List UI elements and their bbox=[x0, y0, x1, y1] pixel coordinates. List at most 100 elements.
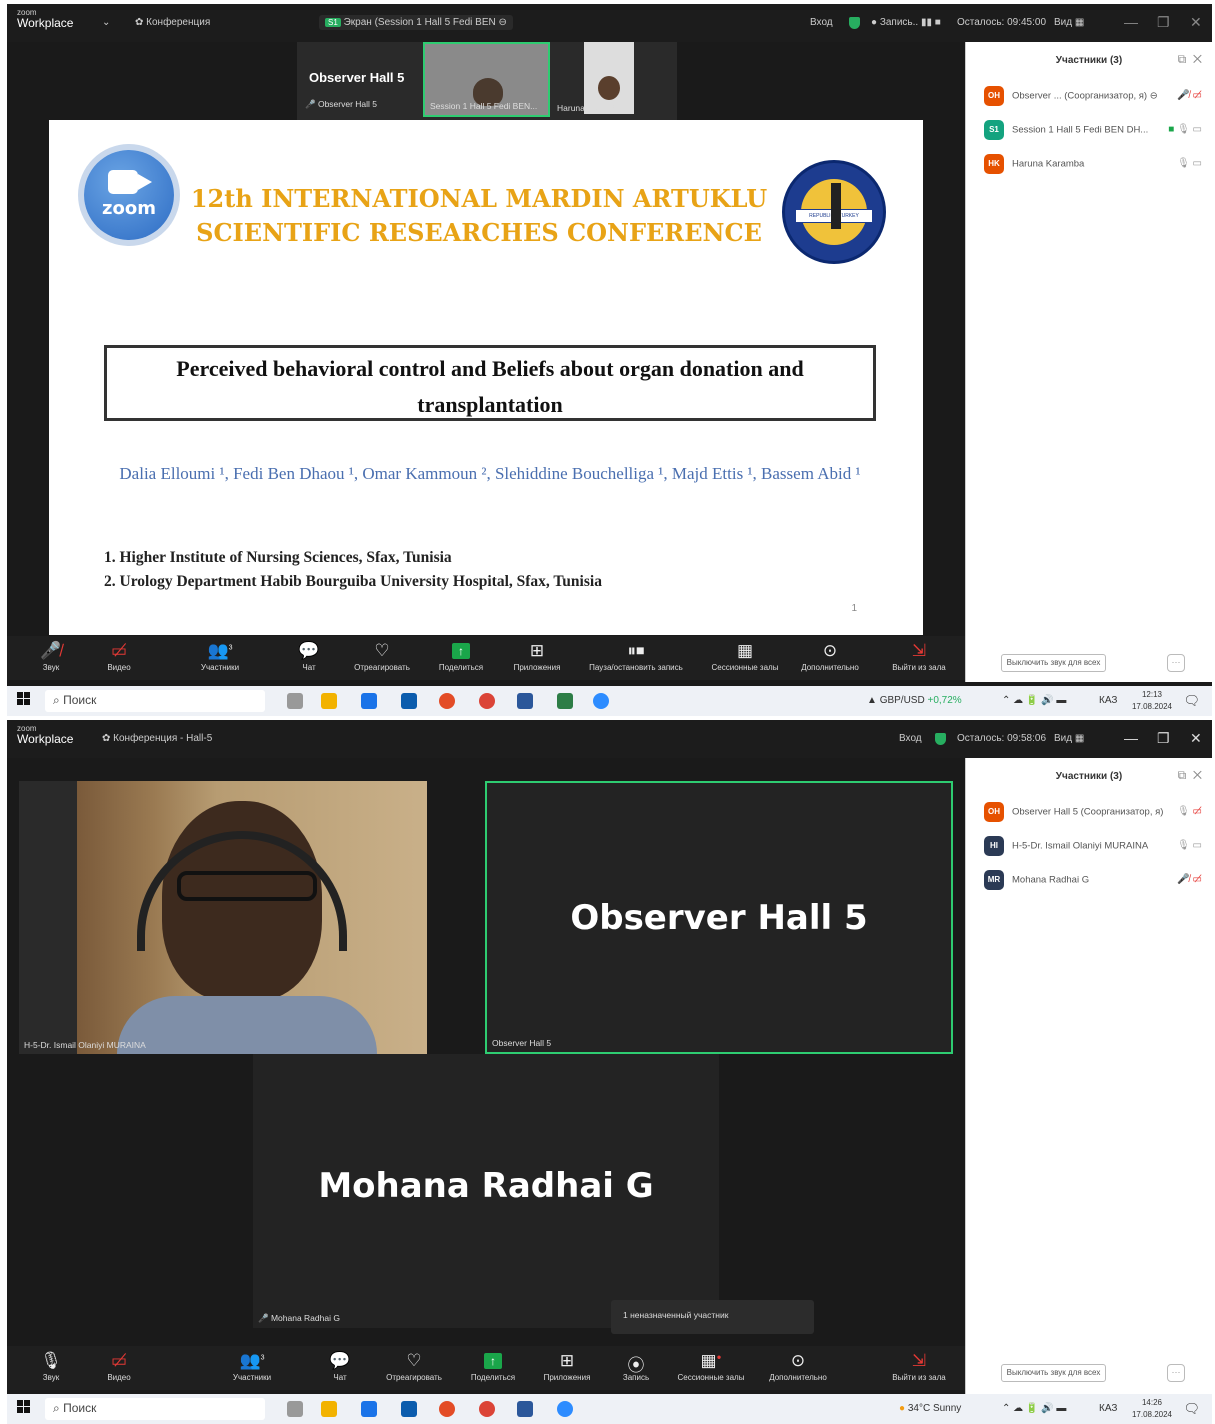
mic-video-icons[interactable]: 🎙 ▭̸ bbox=[1177, 806, 1202, 817]
taskbar-clock[interactable]: 12:13 17.08.2024 bbox=[1132, 689, 1172, 713]
audio-button[interactable]: 🎙 Звук bbox=[33, 1351, 69, 1382]
mohana-label: 🎤 Mohana Radhai G bbox=[258, 1313, 340, 1323]
task-view-icon[interactable] bbox=[287, 1401, 303, 1417]
ismail-label: H-5-Dr. Ismail Olaniyi MURAINA bbox=[24, 1040, 146, 1050]
word-icon[interactable] bbox=[517, 693, 533, 709]
breakout-rooms-button[interactable]: ▦● Сессионные залы bbox=[669, 1351, 753, 1382]
windows-start-icon[interactable] bbox=[17, 1400, 31, 1414]
video-tile-haruna[interactable]: Haruna Karamba bbox=[552, 42, 668, 117]
zoom-taskbar-icon[interactable] bbox=[593, 693, 609, 709]
mail-icon[interactable] bbox=[401, 1401, 417, 1417]
more-button[interactable]: ⊙ Дополнительно bbox=[761, 1351, 835, 1382]
file-explorer-icon[interactable] bbox=[321, 693, 337, 709]
login-button[interactable]: Вход bbox=[810, 17, 833, 28]
apps-button[interactable]: ⊞ Приложения bbox=[505, 641, 569, 672]
mute-all-button[interactable]: Выключить звук для всех bbox=[1001, 654, 1106, 672]
browser-icon[interactable] bbox=[439, 1401, 455, 1417]
word-icon[interactable] bbox=[517, 1401, 533, 1417]
mail-icon[interactable] bbox=[401, 693, 417, 709]
recording-indicator[interactable]: ● Запись.. ▮▮ ■ bbox=[871, 17, 941, 28]
participant-row[interactable]: HK Haruna Karamba 🎙 ▭ bbox=[984, 154, 1202, 176]
video-tile-session[interactable]: Session 1 Hall 5 Fedi BEN... bbox=[423, 42, 550, 117]
video-tile-observer[interactable]: Observer Hall 5 Observer Hall 5 bbox=[485, 781, 953, 1054]
share-button[interactable]: ↑ Поделиться bbox=[465, 1351, 521, 1382]
mic-video-icons[interactable]: 🎙 ▭ bbox=[1177, 840, 1202, 851]
popout-close-icons[interactable]: ⧉ ✕ bbox=[1178, 768, 1202, 783]
task-view-icon[interactable] bbox=[287, 693, 303, 709]
popout-close-icons[interactable]: ⧉ ✕ bbox=[1178, 52, 1202, 67]
video-tile-ismail[interactable]: H-5-Dr. Ismail Olaniyi MURAINA bbox=[19, 781, 427, 1054]
participant-row[interactable]: S1 Session 1 Hall 5 Fedi BEN DH... ■ 🎙 ▭ bbox=[984, 120, 1202, 142]
mic-video-muted-icons[interactable]: 🎤̸ ▭̸ bbox=[1177, 90, 1202, 101]
mic-video-muted-icons[interactable]: 🎤̸ ▭̸ bbox=[1177, 874, 1202, 885]
minimize-button[interactable]: — bbox=[1124, 730, 1138, 746]
zoom-taskbar-icon[interactable] bbox=[557, 1401, 573, 1417]
chevron-down-icon[interactable]: ⌄ bbox=[102, 17, 110, 28]
shirt bbox=[117, 996, 377, 1054]
record-button[interactable]: ⦿ Запись bbox=[611, 1351, 661, 1382]
view-menu[interactable]: Вид ▦ bbox=[1054, 733, 1084, 744]
participant-row[interactable]: HI H-5-Dr. Ismail Olaniyi MURAINA 🎙 ▭ bbox=[984, 836, 1202, 858]
close-button[interactable]: ✕ bbox=[1190, 730, 1202, 747]
audio-button[interactable]: 🎤̸ Звук bbox=[33, 641, 69, 672]
notification-icon[interactable]: 🗨 bbox=[1183, 693, 1200, 709]
video-strip: Observer Hall 5 🎤 Observer Hall 5 Sessio… bbox=[297, 42, 677, 122]
windows-start-icon[interactable] bbox=[17, 692, 31, 706]
taskbar-search[interactable]: ⌕ Поиск bbox=[45, 690, 265, 712]
share-mic-video-icons[interactable]: ■ 🎙 ▭ bbox=[1168, 124, 1202, 135]
language-indicator[interactable]: КАЗ bbox=[1099, 695, 1117, 706]
taskbar-clock[interactable]: 14:26 17.08.2024 bbox=[1132, 1397, 1172, 1421]
breakout-rooms-button[interactable]: ▦ Сессионные залы bbox=[703, 641, 787, 672]
apps-button[interactable]: ⊞ Приложения bbox=[535, 1351, 599, 1382]
video-tile-observer[interactable]: Observer Hall 5 🎤 Observer Hall 5 bbox=[297, 42, 423, 114]
app-icon[interactable] bbox=[557, 693, 573, 709]
video-button[interactable]: ▭̸ Видео bbox=[101, 1351, 137, 1382]
meeting-menu[interactable]: ✿ Конференция - Hall-5 bbox=[102, 733, 212, 744]
calendar-app-icon[interactable] bbox=[361, 1401, 377, 1417]
share-indicator[interactable]: S1 Экран (Session 1 Hall 5 Fedi BEN ⊖ bbox=[319, 15, 513, 30]
system-tray-icons[interactable]: ⌃ ☁ 🔋 🔊 ▬ bbox=[1002, 1403, 1066, 1414]
more-button[interactable]: ⊙ Дополнительно bbox=[793, 641, 867, 672]
more-options-button[interactable]: ··· bbox=[1167, 654, 1185, 672]
calendar-app-icon[interactable] bbox=[361, 693, 377, 709]
more-options-button[interactable]: ··· bbox=[1167, 1364, 1185, 1382]
taskbar-search[interactable]: ⌕ Поиск bbox=[45, 1398, 265, 1420]
close-button[interactable]: ✕ bbox=[1190, 14, 1202, 31]
notification-icon[interactable]: 🗨 bbox=[1183, 1401, 1200, 1417]
mute-all-button[interactable]: Выключить звук для всех bbox=[1001, 1364, 1106, 1382]
maximize-button[interactable]: ❐ bbox=[1157, 14, 1170, 31]
login-button[interactable]: Вход bbox=[899, 733, 922, 744]
participants-button[interactable]: 👥3 Участники bbox=[195, 641, 245, 672]
ticker-widget[interactable]: ▲ GBP/USD +0,72% bbox=[867, 695, 962, 706]
leave-room-button[interactable]: ⇲ Выйти из зала bbox=[885, 641, 953, 672]
chat-button[interactable]: 💬 Чат bbox=[328, 1351, 352, 1382]
participants-button[interactable]: 👥3 Участники bbox=[227, 1351, 277, 1382]
video-tile-mohana[interactable]: Mohana Radhai G 🎤 Mohana Radhai G bbox=[253, 1054, 719, 1328]
meeting-menu[interactable]: ✿ Конференция bbox=[135, 17, 210, 28]
avatar: OH bbox=[984, 802, 1004, 822]
mic-video-icons[interactable]: 🎙 ▭ bbox=[1177, 158, 1202, 169]
leave-room-button[interactable]: ⇲ Выйти из зала bbox=[885, 1351, 953, 1382]
mic-icon: 🎙 bbox=[40, 1351, 62, 1370]
chrome-icon[interactable] bbox=[479, 693, 495, 709]
minimize-button[interactable]: — bbox=[1124, 14, 1138, 30]
participant-row[interactable]: OH Observer ... (Соорганизатор, я) ⊖ 🎤̸ ▭… bbox=[984, 86, 1202, 108]
chat-button[interactable]: 💬 Чат bbox=[297, 641, 321, 672]
participant-row[interactable]: OH Observer Hall 5 (Соорганизатор, я) 🎙 ▭… bbox=[984, 802, 1202, 824]
system-tray-icons[interactable]: ⌃ ☁ 🔋 🔊 ▬ bbox=[1002, 695, 1066, 706]
maximize-button[interactable]: ❐ bbox=[1157, 730, 1170, 747]
browser-icon[interactable] bbox=[439, 693, 455, 709]
security-shield-icon[interactable] bbox=[935, 733, 946, 745]
language-indicator[interactable]: КАЗ bbox=[1099, 1403, 1117, 1414]
participant-row[interactable]: MR Mohana Radhai G 🎤̸ ▭̸ bbox=[984, 870, 1202, 892]
weather-widget[interactable]: ● 34°C Sunny bbox=[899, 1403, 961, 1414]
view-menu[interactable]: Вид ▦ bbox=[1054, 17, 1084, 28]
pause-stop-recording-button[interactable]: ⏸⏹ Пауза/остановить запись bbox=[577, 641, 695, 672]
share-button[interactable]: ↑ Поделиться bbox=[433, 641, 489, 672]
security-shield-icon[interactable] bbox=[849, 17, 860, 29]
chrome-icon[interactable] bbox=[479, 1401, 495, 1417]
react-button[interactable]: ♡ Отреагировать bbox=[347, 641, 417, 672]
video-button[interactable]: ▭̸ Видео bbox=[101, 641, 137, 672]
file-explorer-icon[interactable] bbox=[321, 1401, 337, 1417]
react-button[interactable]: ♡ Отреагировать bbox=[379, 1351, 449, 1382]
